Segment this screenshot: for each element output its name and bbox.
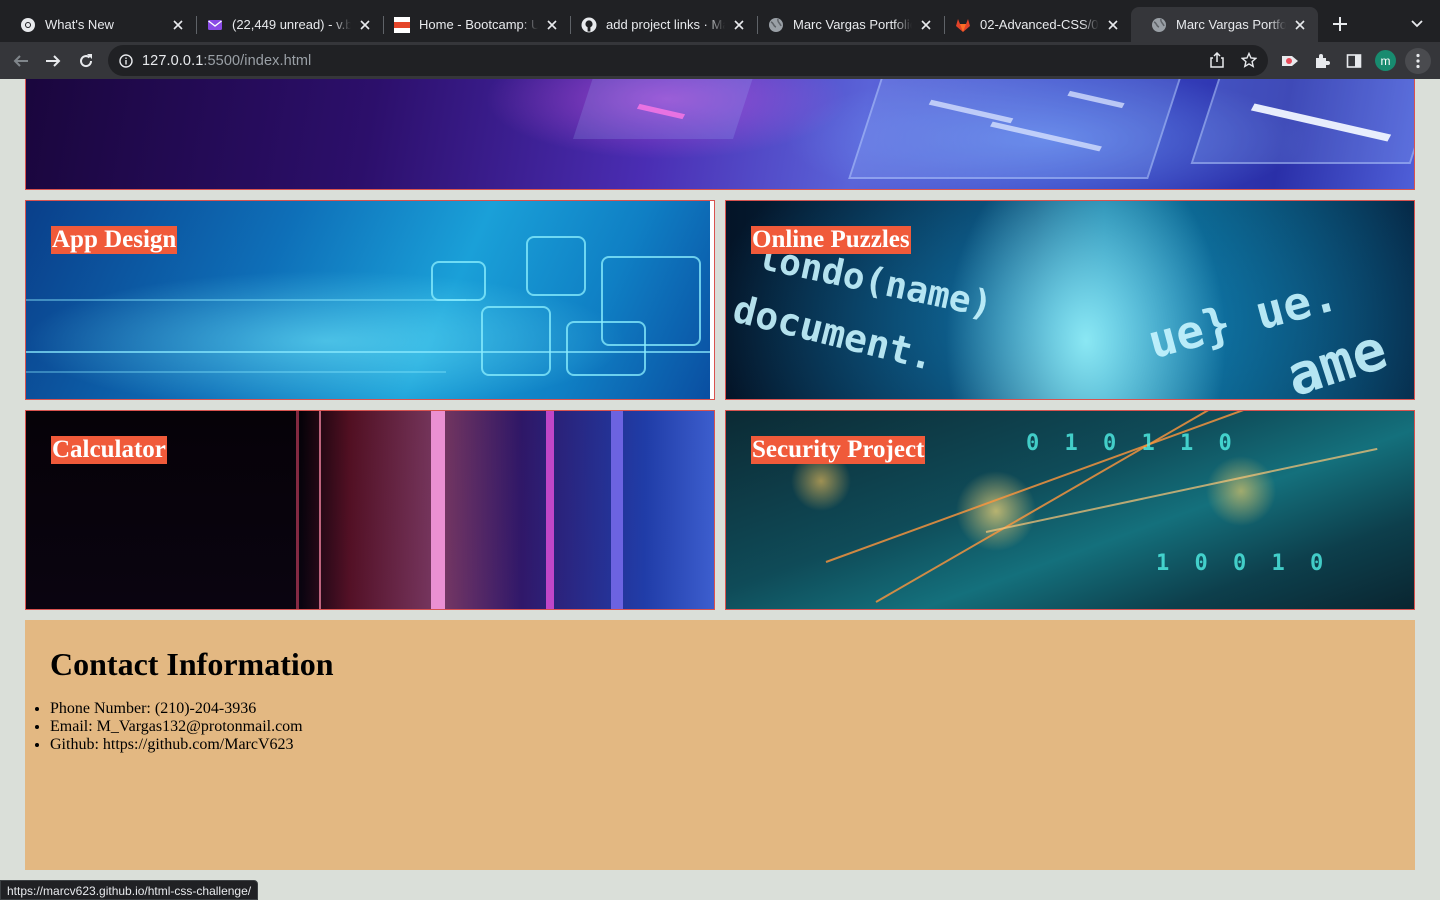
project-title[interactable]: Online Puzzles [751,226,911,254]
side-panel-icon [1346,54,1362,68]
contact-section: Contact Information Phone Number: (210)-… [25,620,1415,870]
reload-icon [80,54,93,68]
light-streak [546,411,554,609]
globe-icon [768,17,784,33]
tab-github[interactable]: add project links · Ma [561,7,757,42]
binary-decoration: 1 0 0 1 0 [1156,551,1330,576]
tab-title: Home - Bootcamp: UT [419,17,538,32]
tab-title: Marc Vargas Portfolio [1176,17,1286,32]
close-icon[interactable] [544,17,560,33]
url-host: 127.0.0.1 [142,52,204,69]
project-title[interactable]: App Design [51,226,178,254]
close-icon[interactable] [357,17,373,33]
close-icon[interactable] [170,17,186,33]
github-icon [581,17,597,33]
arrow-right-icon [46,55,61,67]
extensions-button[interactable] [1309,48,1335,74]
mail-icon [207,17,223,33]
more-vertical-icon [1416,53,1420,69]
close-icon[interactable] [731,17,747,33]
share-icon[interactable] [1206,49,1228,71]
star-icon[interactable] [1238,49,1260,71]
binary-decoration: 0 1 0 1 1 0 [1026,431,1238,456]
gitlab-icon [955,17,971,33]
circuit-trace [26,299,466,301]
tab-title: add project links · Ma [606,17,725,32]
contact-email: Email: M_Vargas132@protonmail.com [50,718,303,736]
close-icon[interactable] [918,17,934,33]
project-card-security[interactable]: 0 1 0 1 1 0 1 0 0 1 0 Security Project [725,410,1415,610]
side-panel-button[interactable] [1341,48,1367,74]
forward-button[interactable] [40,48,66,74]
project-title[interactable]: Calculator [51,436,167,464]
tab-gitlab[interactable]: 02-Advanced-CSS/02 [935,7,1131,42]
address-bar[interactable]: 127.0.0.1:5500/index.html [108,45,1268,76]
project-card-calculator[interactable]: Calculator [25,410,715,610]
browser-toolbar: 127.0.0.1:5500/index.html m [0,42,1440,79]
circuit-shape [481,306,551,376]
menu-button[interactable] [1405,48,1431,74]
tab-bootcamp[interactable]: Home - Bootcamp: UT [374,7,570,42]
close-icon[interactable] [1105,17,1121,33]
url-path: :5500/index.html [203,52,312,69]
tab-strip: What's New (22,449 unread) - v.b Home - … [0,0,1440,42]
hero-banner-image [25,79,1415,190]
tab-title: What's New [45,17,114,32]
back-button[interactable] [8,48,34,74]
info-icon[interactable] [118,53,134,69]
circuit-trace [26,351,714,353]
circuit-shape [431,261,486,301]
tab-search-button[interactable] [1405,12,1429,36]
globe-icon [1151,17,1167,33]
tab-mail[interactable]: (22,449 unread) - v.b [187,7,383,42]
puzzle-icon [1316,54,1330,68]
light-streak [611,411,623,609]
project-card-online-puzzles[interactable]: londo(name) document. ue} ue. ame Online… [725,200,1415,400]
light-trail [985,447,1378,533]
extension-button[interactable] [1277,48,1303,74]
url-text: 127.0.0.1:5500/index.html [142,53,311,69]
new-tab-button[interactable] [1328,12,1352,36]
plus-icon [1333,17,1347,31]
image-edge [710,201,714,399]
contact-phone: Phone Number: (210)-204-3936 [50,700,303,718]
project-title[interactable]: Security Project [751,436,926,464]
tab-portfolio-active[interactable]: Marc Vargas Portfolio [1131,7,1318,42]
page-content: App Design londo(name) document. ue} ue.… [0,79,1440,900]
tab-whats-new[interactable]: What's New [0,7,196,42]
light-streak [296,411,299,609]
close-icon[interactable] [1292,17,1308,33]
circuit-trace [26,371,446,373]
circuit-shape [566,321,646,376]
contact-title: Contact Information [50,646,334,682]
tab-title: Marc Vargas Portfolio [793,17,912,32]
circuit-shape [526,236,586,296]
tab-title: (22,449 unread) - v.b [232,17,351,32]
chevron-down-icon [1411,20,1423,28]
light-streak [431,411,445,609]
status-bar-url: https://marcv623.github.io/html-css-chal… [0,880,259,900]
arrow-left-icon [13,55,28,67]
profile-avatar[interactable]: m [1375,50,1396,71]
reload-button[interactable] [73,48,99,74]
contact-list: Phone Number: (210)-204-3936 Email: M_Va… [50,700,303,754]
utsa-icon [394,16,410,33]
tab-title: 02-Advanced-CSS/02 [980,17,1099,32]
project-card-app-design[interactable]: App Design [25,200,715,400]
chrome-icon [20,17,36,33]
record-icon [1282,56,1298,66]
tab-portfolio-1[interactable]: Marc Vargas Portfolio [748,7,944,42]
contact-github: Github: https://github.com/MarcV623 [50,736,303,754]
light-streak [319,411,321,609]
